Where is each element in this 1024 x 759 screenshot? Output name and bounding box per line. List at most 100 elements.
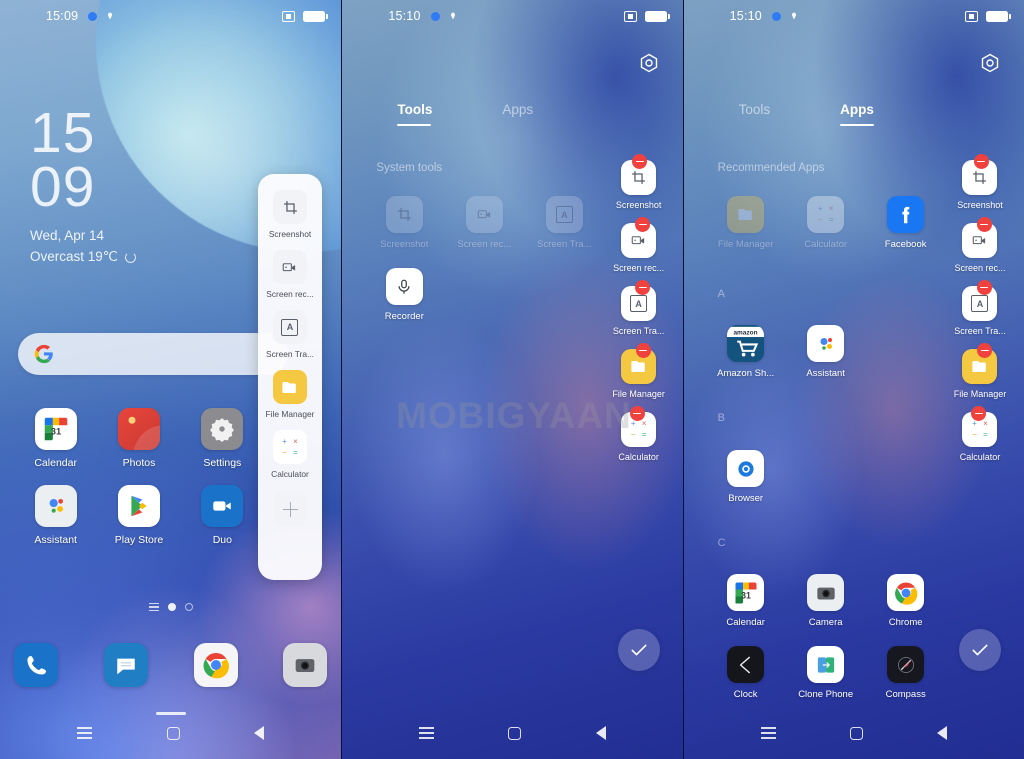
nav-back-icon[interactable] — [254, 726, 265, 740]
home-app-settings[interactable]: Settings — [181, 408, 264, 469]
remove-badge[interactable] — [976, 280, 992, 295]
edge-item-file-manager[interactable]: File Manager — [612, 343, 665, 399]
edge-item-calculator[interactable]: + × − = Calculator — [618, 406, 659, 462]
nav-home-icon[interactable] — [166, 726, 180, 740]
app-facebook[interactable]: Facebook — [866, 196, 946, 250]
chrome-icon[interactable] — [193, 643, 238, 687]
app-label: Chrome — [888, 617, 923, 628]
home-app-label: Settings — [203, 457, 242, 469]
assistant-icon — [34, 485, 77, 527]
editor-tabs: Tools Apps — [684, 102, 1024, 126]
app-compass[interactable]: Compass — [866, 646, 946, 700]
tool-calculator[interactable]: + × − = Calculator — [271, 430, 309, 479]
tool-screenshot[interactable]: Screenshot — [269, 190, 311, 239]
app-amazon-shopping[interactable]: amazon Amazon Sh... — [706, 325, 786, 379]
nav-back-icon[interactable] — [595, 726, 606, 740]
app-label: Clock — [733, 689, 758, 700]
edge-item-file-manager[interactable]: File Manager — [954, 343, 1006, 399]
tool-screenshot[interactable]: Screenshot — [364, 196, 444, 250]
app-label: Compass — [885, 689, 926, 700]
floating-tools-card[interactable]: Screenshot Screen rec... A Screen Tra... — [258, 174, 322, 580]
app-assistant[interactable]: Assistant — [786, 325, 866, 379]
tool-screen-recorder[interactable]: Screen rec... — [266, 250, 314, 299]
app-file-manager[interactable]: File Manager — [706, 196, 786, 250]
nav-home-icon[interactable] — [508, 726, 522, 740]
editor-tabs: Tools Apps — [342, 102, 682, 126]
tab-tools[interactable]: Tools — [397, 102, 432, 126]
settings-gear-icon[interactable] — [637, 52, 661, 76]
settings-gear-icon[interactable] — [978, 52, 1002, 76]
calendar-icon: 31 — [727, 574, 765, 611]
nav-back-icon[interactable] — [936, 726, 947, 740]
remove-badge[interactable] — [629, 406, 645, 421]
apps-group-b: Browser — [706, 450, 946, 504]
phone-icon[interactable] — [14, 643, 58, 687]
edge-item-screen-recorder[interactable]: Screen rec... — [954, 217, 1006, 273]
nav-menu-icon[interactable] — [419, 727, 435, 739]
tab-apps[interactable]: Apps — [502, 102, 533, 126]
refresh-icon[interactable] — [124, 251, 136, 263]
amazon-shopping-icon: amazon — [727, 325, 765, 362]
remove-badge[interactable] — [635, 343, 651, 358]
edge-item-screen-recorder[interactable]: Screen rec... — [613, 217, 664, 273]
camera-icon[interactable] — [283, 643, 328, 687]
menu-icon[interactable] — [148, 603, 159, 611]
add-tool-button[interactable] — [273, 492, 307, 526]
home-app-calendar[interactable]: 31 Calendar — [14, 408, 97, 469]
page-indicator[interactable] — [0, 603, 341, 611]
section-letter-c: C — [717, 537, 726, 549]
app-clone-phone[interactable]: Clone Phone — [786, 646, 866, 700]
nav-home-icon[interactable] — [849, 726, 863, 740]
tool-label: Calculator — [271, 469, 309, 479]
home-app-photos[interactable]: Photos — [97, 408, 180, 469]
svg-text:amazon: amazon — [734, 330, 758, 337]
edge-item-screenshot[interactable]: Screenshot — [957, 154, 1003, 210]
home-app-duo[interactable]: Duo — [181, 485, 264, 546]
tab-apps[interactable]: Apps — [840, 102, 874, 126]
screenshot-icon — [273, 190, 307, 224]
remove-badge[interactable] — [973, 154, 989, 169]
status-indicator-dot — [430, 11, 440, 21]
edge-item-screen-translate[interactable]: A Screen Tra... — [954, 280, 1006, 336]
tab-tools[interactable]: Tools — [739, 102, 771, 126]
confirm-button[interactable] — [617, 629, 660, 671]
home-app-play-store[interactable]: Play Store — [97, 485, 180, 546]
google-search-bar[interactable] — [18, 333, 288, 375]
edge-item-calculator[interactable]: + × − = Calculator — [960, 406, 1000, 462]
weather-row: Overcast 19℃ — [30, 249, 136, 265]
app-camera[interactable]: Camera — [786, 574, 866, 628]
edge-item-screen-translate[interactable]: A Screen Tra... — [613, 280, 664, 336]
edge-item-screenshot[interactable]: Screenshot — [616, 154, 661, 210]
clock-widget[interactable]: 15 09 Wed, Apr 14 Overcast 19℃ — [30, 105, 136, 265]
tool-file-manager[interactable]: File Manager — [266, 370, 314, 419]
tool-recorder[interactable]: Recorder — [364, 268, 444, 322]
tool-screen-recorder[interactable]: Screen rec... — [444, 196, 524, 250]
app-chrome[interactable]: Chrome — [866, 574, 946, 628]
app-clock[interactable]: Clock — [706, 646, 786, 700]
remove-badge[interactable] — [976, 217, 992, 232]
nav-menu-icon[interactable] — [760, 727, 776, 739]
system-tools-grid-row2: Recorder — [364, 268, 604, 322]
page-dot[interactable] — [184, 603, 193, 611]
navigation-bar — [342, 707, 682, 759]
panel-apps-editor: 15:10 Tools Apps Recommended Apps File M… — [682, 0, 1024, 759]
system-tools-grid: Screenshot Screen rec... A Screen Tra... — [364, 196, 604, 250]
location-pin-icon — [450, 12, 455, 20]
status-indicator-dot — [771, 11, 781, 21]
confirm-button[interactable] — [958, 629, 1001, 671]
nav-menu-icon[interactable] — [77, 727, 93, 739]
svg-text:31: 31 — [741, 590, 751, 600]
app-calculator[interactable]: + × − = Calculator — [786, 196, 866, 250]
cast-icon — [282, 10, 296, 22]
app-calendar[interactable]: 31 Calendar — [706, 574, 786, 628]
messages-icon[interactable] — [103, 643, 148, 687]
app-browser[interactable]: Browser — [706, 450, 786, 504]
chrome-icon — [887, 574, 925, 611]
tool-screen-translate[interactable]: A Screen Tra... — [266, 310, 314, 359]
section-title-recommended-apps: Recommended Apps — [717, 162, 825, 174]
app-label: Calendar — [726, 617, 765, 628]
tool-screen-translate[interactable]: A Screen Tra... — [524, 196, 604, 250]
page-dot-active[interactable] — [167, 603, 176, 611]
home-app-assistant[interactable]: Assistant — [14, 485, 97, 546]
svg-text:31: 31 — [50, 427, 60, 437]
